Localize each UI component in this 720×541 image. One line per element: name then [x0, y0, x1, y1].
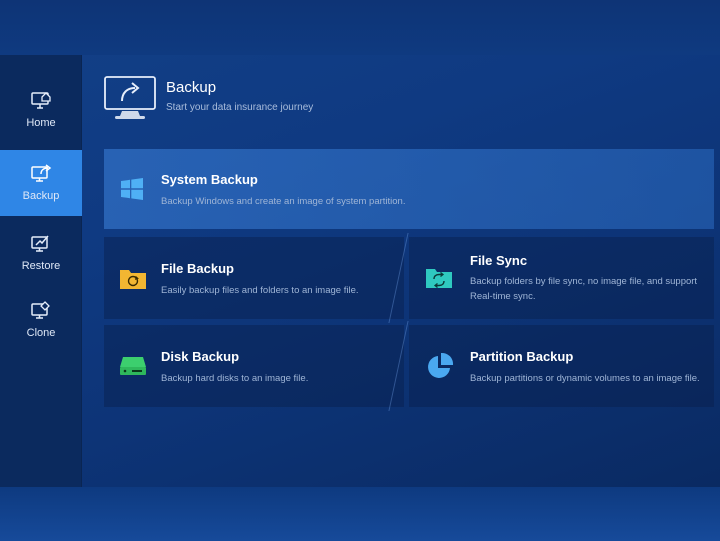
card-title: Disk Backup — [161, 349, 240, 364]
top-band — [0, 0, 720, 55]
app-window: Home Backup Restore Clone Backup Start y… — [0, 55, 720, 487]
card-title: File Backup — [161, 261, 234, 276]
system-backup-card[interactable]: System Backup Backup Windows and create … — [104, 149, 714, 229]
file-backup-card[interactable]: File Backup Easily backup files and fold… — [104, 237, 404, 319]
card-title: File Sync — [470, 253, 528, 268]
disk-backup-card[interactable]: Disk Backup Backup hard disks to an imag… — [104, 325, 404, 407]
sidebar-item-label: Home — [26, 117, 56, 129]
file-sync-card[interactable]: File Sync Backup folders by file sync, n… — [409, 237, 714, 319]
sidebar-item-home[interactable]: Home — [0, 77, 82, 143]
sidebar: Home Backup Restore Clone — [0, 55, 82, 487]
folder-sync-icon — [426, 269, 452, 289]
sidebar-item-backup[interactable]: Backup — [0, 150, 82, 216]
pie-partition-icon — [428, 352, 454, 378]
sidebar-item-label: Restore — [21, 260, 61, 272]
card-title: System Backup — [161, 172, 258, 187]
disk-icon — [120, 357, 146, 375]
sidebar-item-clone[interactable]: Clone — [0, 287, 82, 353]
sidebar-item-restore[interactable]: Restore — [0, 220, 82, 286]
card-description: Backup Windows and create an image of sy… — [161, 196, 406, 207]
backup-monitor-icon — [104, 76, 156, 119]
restore-icon — [31, 235, 49, 252]
bottom-band — [0, 487, 720, 541]
card-title: Partition Backup — [470, 349, 574, 364]
main-panel: Backup Start your data insurance journey… — [82, 55, 720, 487]
card-description: Easily backup files and folders to an im… — [161, 285, 359, 296]
card-description: Backup partitions or dynamic volumes to … — [470, 373, 700, 384]
windows-icon — [121, 178, 143, 200]
page-subtitle: Start your data insurance journey — [166, 102, 314, 113]
folder-backup-icon — [120, 270, 146, 289]
card-description-line2: Real-time sync. — [470, 291, 536, 302]
card-description: Backup hard disks to an image file. — [161, 373, 309, 384]
home-icon — [31, 92, 51, 109]
sidebar-item-label: Clone — [26, 327, 56, 339]
card-description-line1: Backup folders by file sync, no image fi… — [470, 276, 698, 287]
backup-icon — [31, 164, 52, 182]
partition-backup-card[interactable]: Partition Backup Backup partitions or dy… — [409, 325, 714, 407]
page-title: Backup — [166, 79, 217, 96]
clone-icon — [31, 301, 50, 319]
sidebar-item-label: Backup — [22, 190, 60, 202]
